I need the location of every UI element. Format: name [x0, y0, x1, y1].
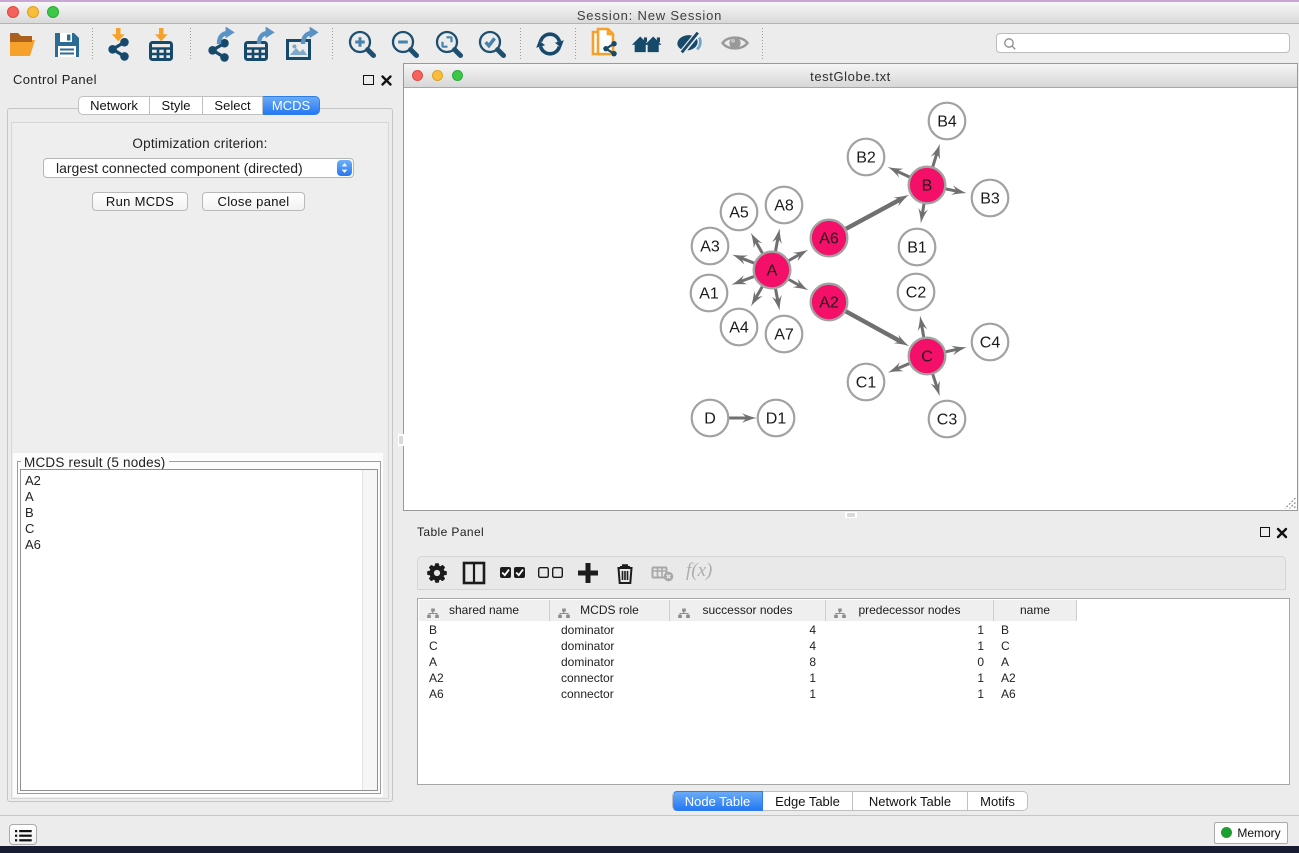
- svg-text:B1: B1: [907, 240, 927, 257]
- svg-text:A3: A3: [700, 239, 720, 256]
- svg-text:A2: A2: [819, 295, 839, 312]
- svg-text:B3: B3: [980, 191, 1000, 208]
- svg-text:A6: A6: [819, 231, 839, 248]
- svg-text:A5: A5: [729, 205, 749, 222]
- svg-text:A1: A1: [699, 286, 719, 303]
- svg-text:A4: A4: [729, 320, 749, 337]
- svg-text:C4: C4: [980, 335, 1001, 352]
- svg-text:C3: C3: [937, 412, 958, 429]
- svg-text:C: C: [921, 349, 933, 366]
- svg-text:B2: B2: [856, 150, 876, 167]
- svg-text:A: A: [767, 263, 778, 280]
- svg-text:D: D: [704, 411, 716, 428]
- svg-text:C2: C2: [906, 285, 927, 302]
- svg-text:B: B: [922, 178, 933, 195]
- svg-text:D1: D1: [766, 411, 787, 428]
- svg-text:A8: A8: [774, 198, 794, 215]
- svg-text:A7: A7: [774, 327, 794, 344]
- svg-text:C1: C1: [856, 375, 877, 392]
- svg-text:B4: B4: [937, 114, 957, 131]
